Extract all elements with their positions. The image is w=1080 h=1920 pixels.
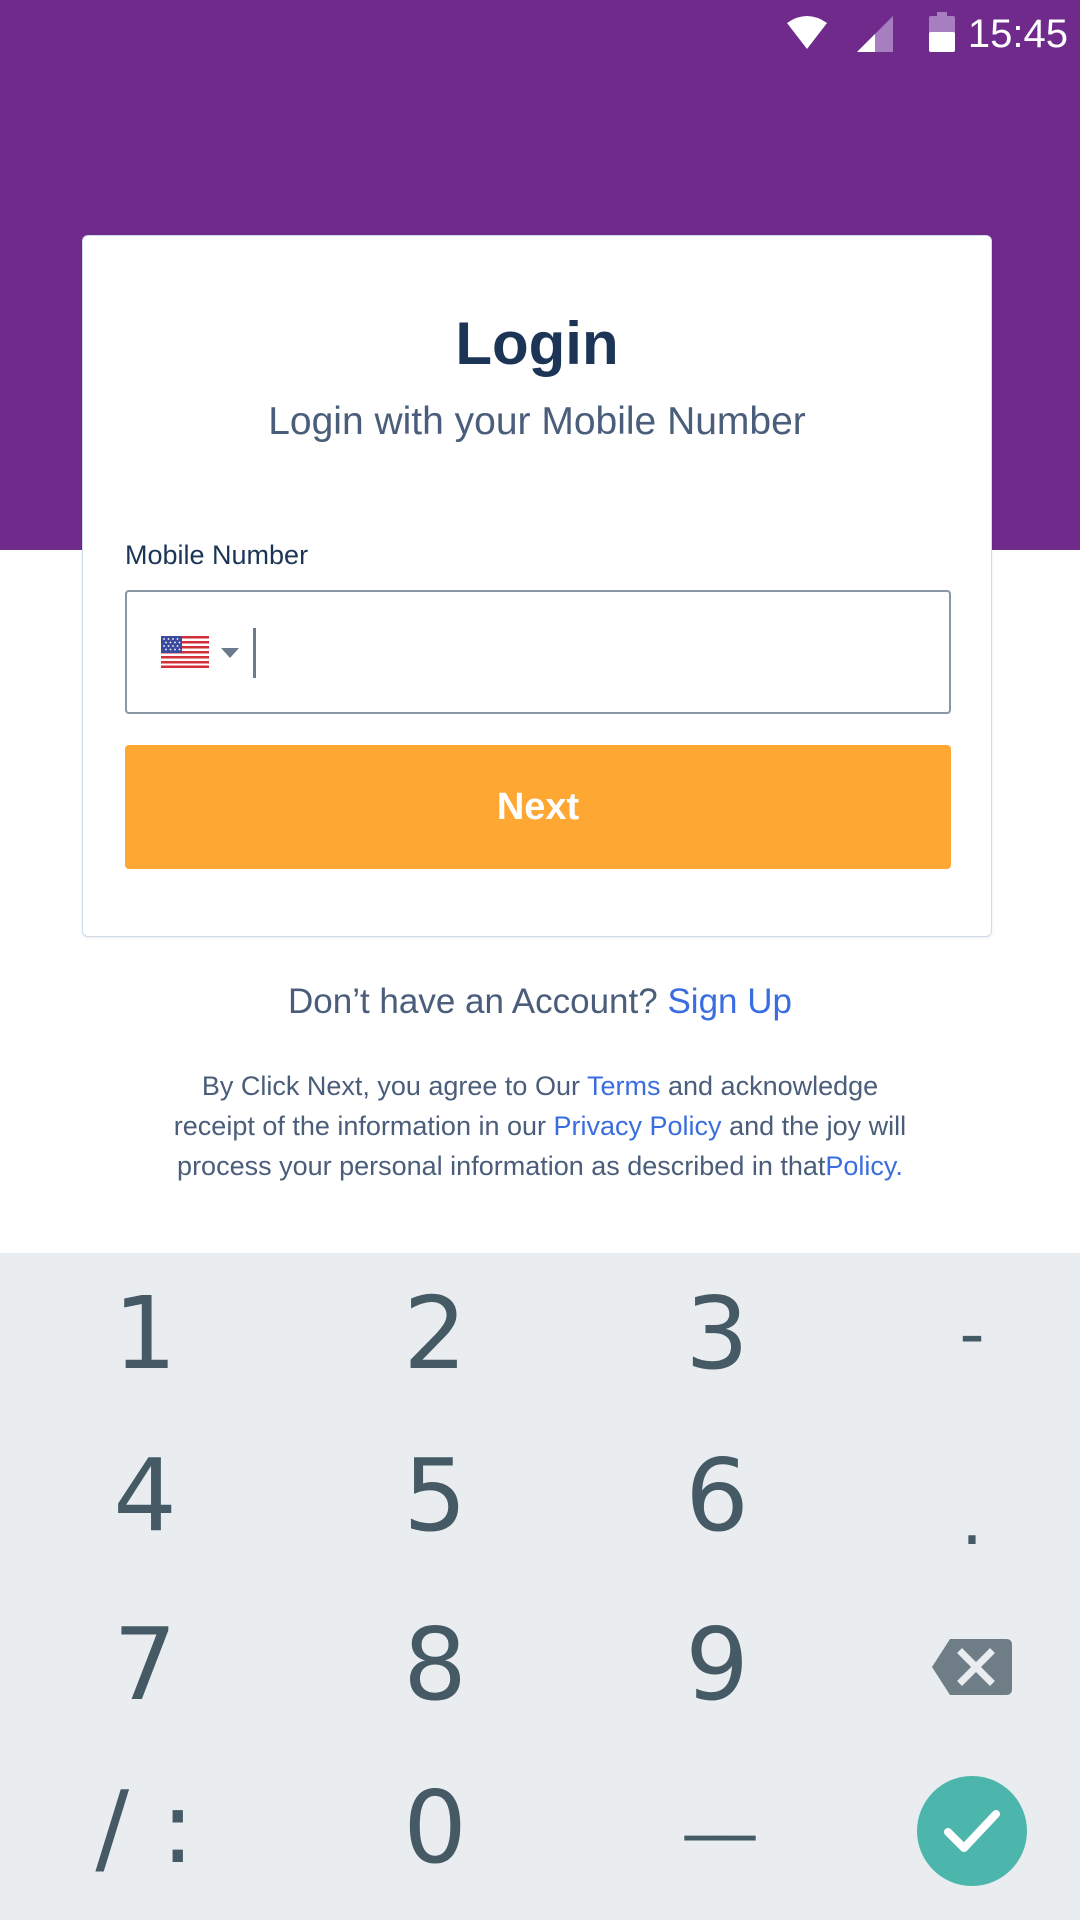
- key-6[interactable]: 6: [617, 1416, 817, 1576]
- us-flag-icon: [161, 636, 209, 673]
- key-underscore[interactable]: __: [620, 1720, 820, 1880]
- key-3[interactable]: 3: [617, 1254, 817, 1414]
- signup-prompt-text: Don’t have an Account?: [288, 982, 658, 1021]
- backspace-key[interactable]: [872, 1585, 1072, 1745]
- key-5[interactable]: 5: [335, 1416, 535, 1576]
- sign-up-link[interactable]: Sign Up: [667, 982, 792, 1021]
- country-code-select[interactable]: [161, 632, 251, 672]
- key-0[interactable]: 0: [335, 1748, 535, 1908]
- key-slash-colon[interactable]: / :: [45, 1748, 245, 1908]
- key-dot[interactable]: .: [872, 1440, 1072, 1600]
- mobile-number-label: Mobile Number: [125, 540, 309, 570]
- cellular-signal-icon: [857, 16, 893, 57]
- legal-notice: By Click Next, you agree to Our Terms an…: [160, 1066, 920, 1186]
- next-button[interactable]: Next: [125, 745, 951, 869]
- backspace-icon: [932, 1639, 1012, 1695]
- policy-link[interactable]: Policy: [825, 1151, 895, 1181]
- privacy-policy-link[interactable]: Privacy Policy: [554, 1111, 722, 1141]
- key-7[interactable]: 7: [45, 1585, 245, 1745]
- text-cursor: [253, 628, 256, 678]
- key-dash[interactable]: -: [872, 1254, 1072, 1414]
- legal-period: .: [895, 1151, 903, 1181]
- terms-link[interactable]: Terms: [587, 1071, 661, 1101]
- key-2[interactable]: 2: [335, 1254, 535, 1414]
- mobile-number-input[interactable]: [125, 590, 951, 714]
- signup-prompt-line: Don’t have an Account? Sign Up: [0, 980, 1080, 1024]
- key-1[interactable]: 1: [45, 1254, 245, 1414]
- phone-number-value[interactable]: [267, 628, 929, 678]
- checkmark-icon: [944, 1810, 1000, 1852]
- status-time: 15:45: [967, 12, 1068, 56]
- done-key[interactable]: [917, 1776, 1027, 1886]
- key-4[interactable]: 4: [45, 1416, 245, 1576]
- key-8[interactable]: 8: [335, 1585, 535, 1745]
- login-card: Login Login with your Mobile Number Mobi…: [82, 235, 992, 937]
- login-title: Login: [455, 310, 619, 377]
- battery-icon: [929, 12, 955, 57]
- wifi-icon: [787, 15, 827, 56]
- legal-text-1: By Click Next, you agree to Our: [201, 1071, 580, 1101]
- login-subtitle: Login with your Mobile Number: [268, 400, 806, 443]
- status-bar: 15:45: [0, 0, 1080, 70]
- chevron-down-icon: [221, 648, 239, 658]
